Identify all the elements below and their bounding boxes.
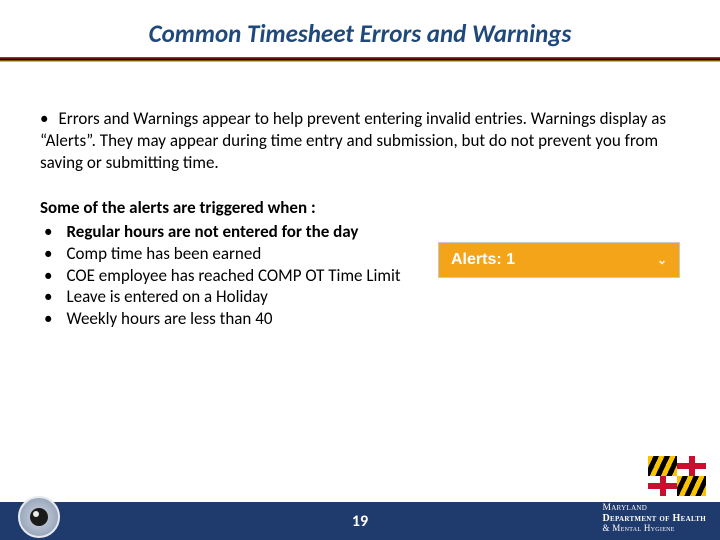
- dept-line-1: Maryland: [602, 503, 706, 513]
- chevron-down-icon: ⌄: [657, 253, 667, 267]
- alerts-banner: Alerts: 1 ⌄: [438, 242, 680, 278]
- slide-title: Common Timesheet Errors and Warnings: [0, 0, 720, 57]
- footer-bar: 19 Maryland Department of Health & Menta…: [0, 502, 720, 540]
- intro-paragraph: Errors and Warnings appear to help preve…: [40, 108, 680, 173]
- list-item: Regular hours are not entered for the da…: [40, 221, 680, 243]
- page-number: 19: [352, 512, 368, 531]
- dept-line-3: & Mental Hygiene: [602, 524, 706, 534]
- department-text: Maryland Department of Health & Mental H…: [602, 503, 706, 534]
- content-area: Errors and Warnings appear to help preve…: [0, 62, 720, 330]
- intro-lead: Errors and Warnings appear to help preve…: [40, 108, 527, 129]
- alerts-banner-label: Alerts: 1: [451, 251, 515, 269]
- list-item: Leave is entered on a Holiday: [40, 286, 680, 308]
- alerts-intro: Some of the alerts are triggered when :: [40, 197, 680, 219]
- list-item-text: Regular hours are not entered for the da…: [66, 221, 358, 242]
- list-item: Weekly hours are less than 40: [40, 308, 680, 330]
- department-block: Maryland Department of Health & Mental H…: [602, 503, 706, 534]
- maryland-flag-icon: [648, 456, 706, 496]
- seal-icon: [18, 496, 60, 538]
